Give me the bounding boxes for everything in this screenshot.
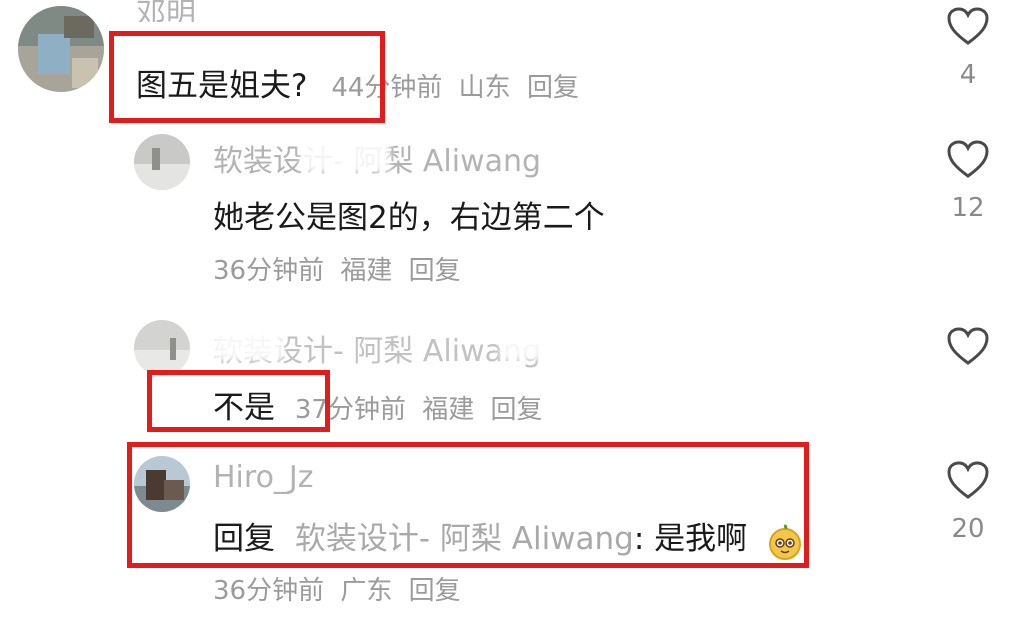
comment-body: 她老公是图2的，右边第二个 (213, 200, 605, 236)
redaction (500, 326, 580, 360)
avatar[interactable] (134, 320, 190, 376)
like-button[interactable] (943, 326, 993, 380)
avatar-image (134, 320, 190, 376)
comment-author[interactable]: 邓明 (136, 0, 196, 22)
avatar[interactable] (18, 6, 104, 92)
like-count: 12 (951, 193, 985, 223)
comment-time: 36分钟前 (213, 576, 325, 606)
heart-outline-icon (947, 461, 989, 499)
avatar-image (134, 134, 190, 190)
heart-outline-icon (947, 7, 989, 45)
comment-location: 福建 (340, 256, 393, 286)
redaction (300, 138, 390, 172)
reply-button[interactable]: 回复 (527, 73, 579, 103)
like-button[interactable]: 12 (943, 139, 993, 223)
comment-meta: 36分钟前 福建 回复 (213, 250, 469, 287)
like-button[interactable]: 20 (943, 460, 993, 544)
highlight-box (147, 370, 330, 432)
comment-meta: 36分钟前 广东 回复 (213, 570, 469, 607)
avatar-image (18, 6, 104, 92)
like-button[interactable]: 4 (943, 6, 993, 90)
like-count: 20 (951, 514, 985, 544)
highlight-box (109, 31, 385, 123)
highlight-box (127, 442, 809, 568)
heart-outline-icon (947, 327, 989, 365)
reply-button[interactable]: 回复 (409, 256, 461, 286)
reply-button[interactable]: 回复 (491, 395, 543, 425)
comment-location: 福建 (422, 395, 475, 425)
comment-location: 广东 (340, 576, 393, 606)
reply-button[interactable]: 回复 (409, 576, 461, 606)
like-count: 4 (959, 60, 977, 90)
heart-outline-icon (947, 140, 989, 178)
comment-time: 36分钟前 (213, 256, 325, 286)
comment-location: 山东 (458, 73, 511, 103)
redaction (213, 326, 283, 360)
avatar[interactable] (134, 134, 190, 190)
